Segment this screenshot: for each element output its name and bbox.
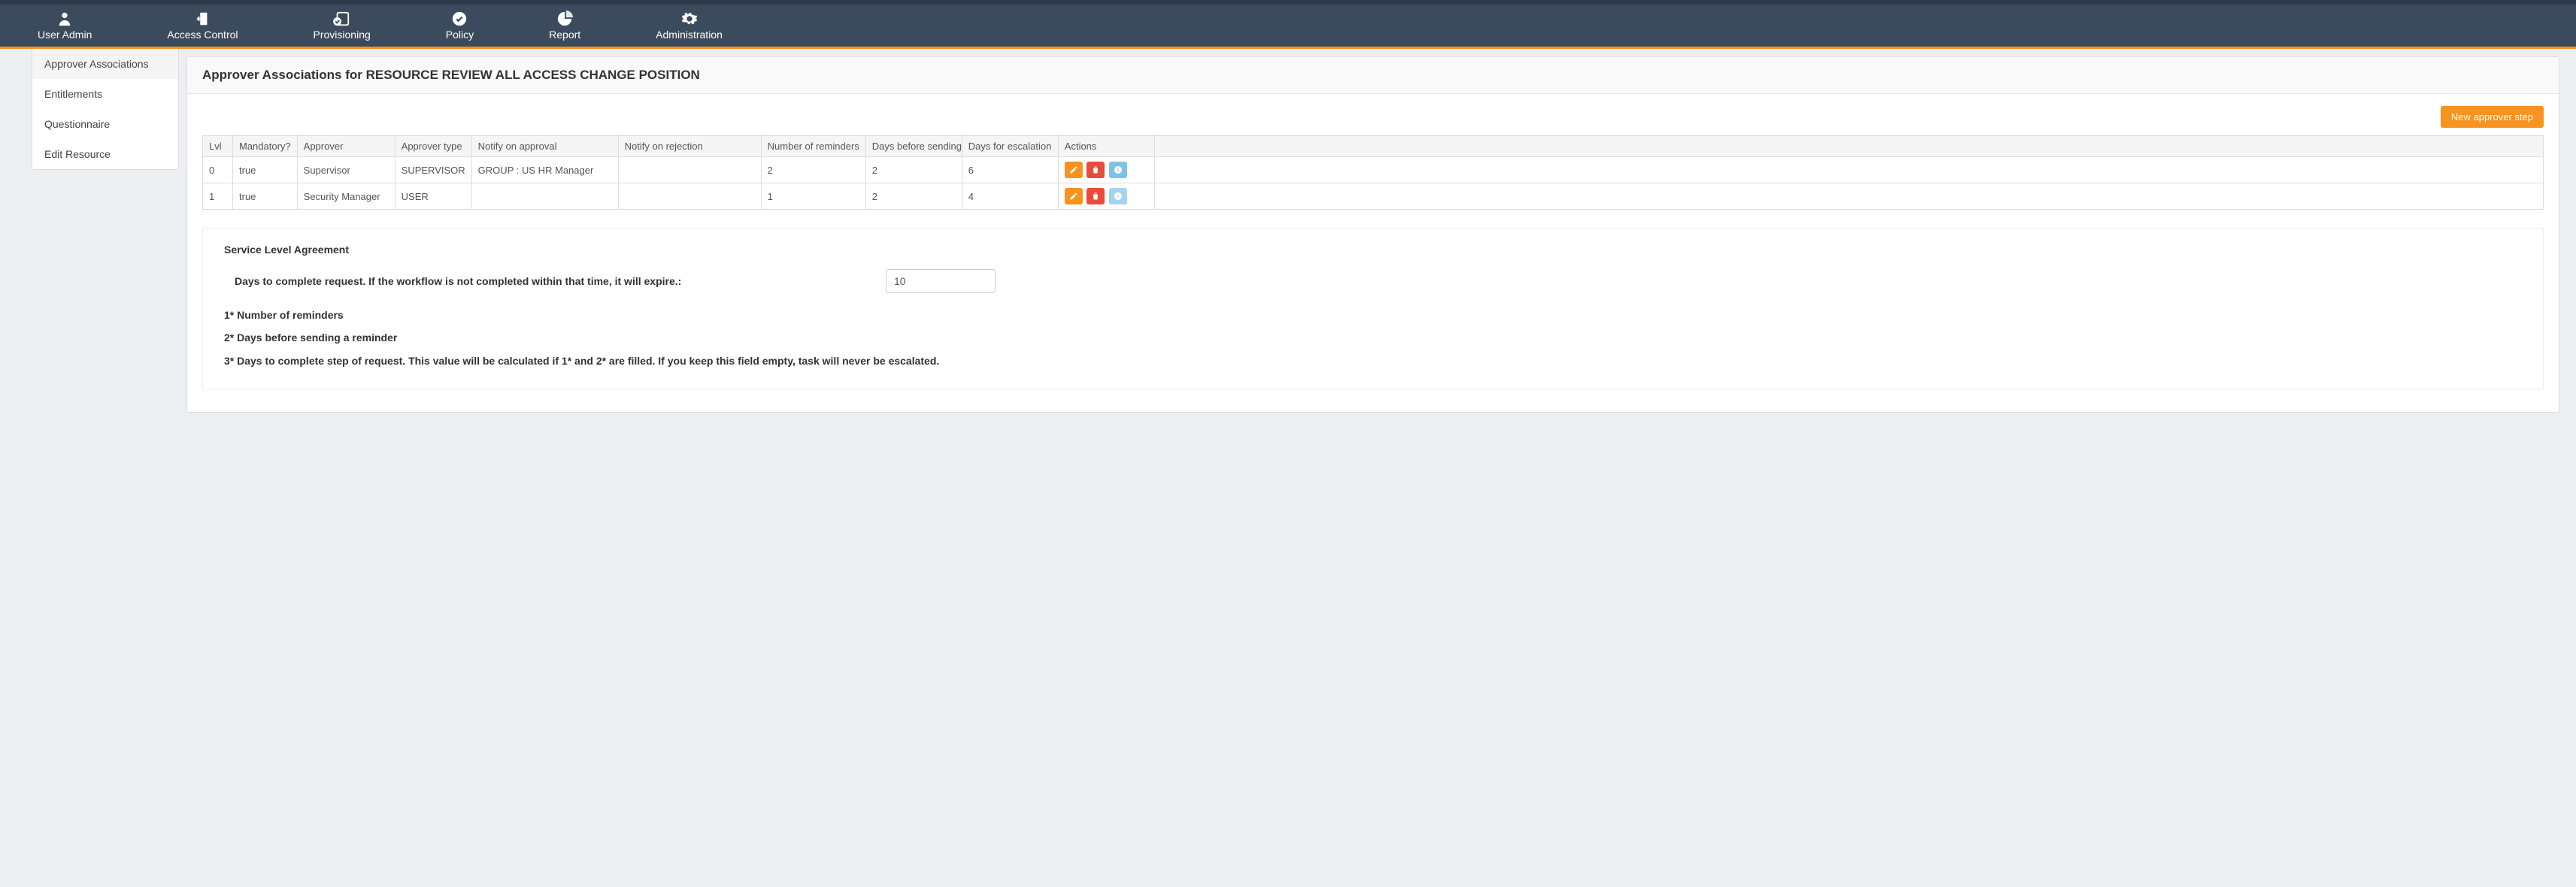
sidebar-item-label: Approver Associations (44, 58, 149, 70)
th-actions: Actions (1058, 136, 1154, 157)
sidebar-item-entitlements[interactable]: Entitlements (32, 79, 178, 109)
pie-chart-icon (549, 11, 580, 27)
door-icon (167, 11, 238, 27)
nav-label: Policy (446, 29, 474, 41)
gear-icon (656, 11, 723, 27)
cell-lvl: 1 (203, 183, 233, 210)
main-panel: Approver Associations for RESOURCE REVIE… (186, 56, 2559, 413)
sla-title: Service Level Agreement (224, 244, 2522, 256)
delete-button[interactable] (1086, 188, 1105, 204)
cell-days-before-reminder: 2 (865, 183, 962, 210)
nav-user-admin[interactable]: User Admin (0, 5, 129, 47)
cell-notify-rejection (618, 157, 761, 183)
cell-lvl: 0 (203, 157, 233, 183)
nav-label: Administration (656, 29, 723, 41)
new-approver-step-button[interactable]: New approver step (2441, 106, 2544, 128)
user-icon (38, 11, 92, 27)
sla-note-3: 3* Days to complete step of request. Thi… (224, 353, 2522, 369)
th-approver: Approver (297, 136, 395, 157)
panel-header: Approver Associations for RESOURCE REVIE… (187, 57, 2559, 94)
sla-note-1: 1* Number of reminders (224, 307, 2522, 323)
delete-button[interactable] (1086, 162, 1105, 178)
th-approver-type: Approver type (395, 136, 471, 157)
clipboard-check-icon (314, 11, 371, 27)
table-row: 1 true Security Manager USER 1 2 4 (203, 183, 2544, 210)
nav-label: Provisioning (314, 29, 371, 41)
cell-notify-approval: GROUP : US HR Manager (471, 157, 618, 183)
sla-days-label: Days to complete request. If the workflo… (224, 275, 886, 287)
table-header-row: Lvl Mandatory? Approver Approver type No… (203, 136, 2544, 157)
th-lvl: Lvl (203, 136, 233, 157)
cell-mandatory: true (233, 183, 298, 210)
sidebar-item-questionnaire[interactable]: Questionnaire (32, 109, 178, 139)
edit-button[interactable] (1065, 162, 1083, 178)
cell-num-reminders: 1 (761, 183, 865, 210)
cell-approver-type: SUPERVISOR (395, 157, 471, 183)
cell-actions (1058, 157, 1154, 183)
th-num-reminders: Number of reminders (761, 136, 865, 157)
cell-days-escalation: 4 (962, 183, 1058, 210)
nav-label: Access Control (167, 29, 238, 41)
edit-button[interactable] (1065, 188, 1083, 204)
nav-report[interactable]: Report (511, 5, 618, 47)
table-row: 0 true Supervisor SUPERVISOR GROUP : US … (203, 157, 2544, 183)
th-spacer (1154, 136, 2543, 157)
top-nav: User Admin Access Control Provisioning P… (0, 5, 2576, 49)
th-notify-rejection: Notify on rejection (618, 136, 761, 157)
th-days-before-reminder: Days before sending a reminder (865, 136, 962, 157)
nav-administration[interactable]: Administration (618, 5, 760, 47)
page-title: Approver Associations for RESOURCE REVIE… (202, 68, 2544, 83)
cell-days-before-reminder: 2 (865, 157, 962, 183)
sidebar-item-approver-associations[interactable]: Approver Associations (32, 49, 178, 79)
approver-table: Lvl Mandatory? Approver Approver type No… (202, 135, 2544, 210)
sla-note-2: 2* Days before sending a reminder (224, 329, 2522, 346)
cell-approver: Security Manager (297, 183, 395, 210)
info-button[interactable] (1109, 188, 1127, 204)
sidebar-item-label: Questionnaire (44, 118, 110, 130)
cell-spacer (1154, 183, 2543, 210)
nav-label: Report (549, 29, 580, 41)
sla-days-input[interactable] (886, 269, 996, 293)
nav-provisioning[interactable]: Provisioning (276, 5, 408, 47)
sidebar-item-label: Edit Resource (44, 148, 111, 160)
sidebar-item-edit-resource[interactable]: Edit Resource (32, 139, 178, 169)
cell-approver: Supervisor (297, 157, 395, 183)
sla-panel: Service Level Agreement Days to complete… (202, 228, 2544, 389)
cell-notify-approval (471, 183, 618, 210)
cell-actions (1058, 183, 1154, 210)
cell-notify-rejection (618, 183, 761, 210)
sidebar-item-label: Entitlements (44, 88, 102, 100)
th-notify-approval: Notify on approval (471, 136, 618, 157)
cell-num-reminders: 2 (761, 157, 865, 183)
info-button[interactable] (1109, 162, 1127, 178)
th-days-escalation: Days for escalation (962, 136, 1058, 157)
th-mandatory: Mandatory? (233, 136, 298, 157)
cell-mandatory: true (233, 157, 298, 183)
nav-label: User Admin (38, 29, 92, 41)
cell-spacer (1154, 157, 2543, 183)
check-circle-icon (446, 11, 474, 27)
cell-days-escalation: 6 (962, 157, 1058, 183)
nav-access-control[interactable]: Access Control (129, 5, 275, 47)
sidebar: Approver Associations Entitlements Quest… (32, 49, 179, 170)
cell-approver-type: USER (395, 183, 471, 210)
nav-policy[interactable]: Policy (408, 5, 511, 47)
